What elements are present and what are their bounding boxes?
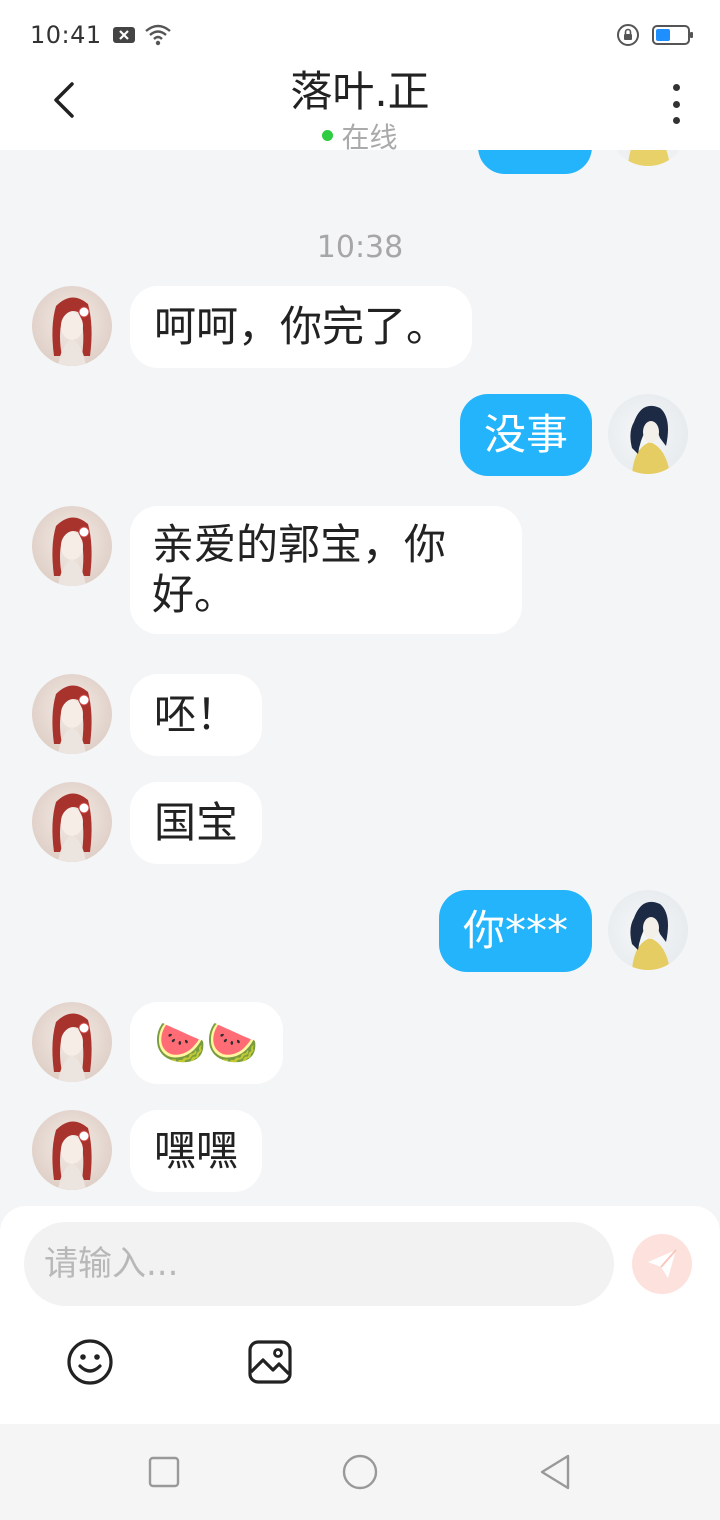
message-bubble-incoming[interactable]: 🍉🍉 [130, 1002, 283, 1084]
home-icon [342, 1454, 378, 1490]
avatar-self[interactable] [608, 890, 688, 970]
system-nav-bar [0, 1424, 720, 1520]
back-icon [540, 1454, 570, 1490]
message-bubble-outgoing[interactable]: 没事 [459, 394, 592, 476]
avatar-girl-icon [52, 297, 92, 366]
status-time: 10:41 [30, 21, 102, 49]
battery-icon [652, 25, 693, 45]
message-list[interactable]: 10:38 呵呵，你完了。 没事 亲爱的郭宝，你好。 呸！ 国宝 你*** 🍉🍉… [0, 150, 720, 1208]
emoji-icon [67, 1339, 113, 1385]
contact-name: 落叶.正 [290, 67, 430, 116]
message-bubble-incoming[interactable]: 呵呵，你完了。 [130, 286, 473, 368]
avatar-self[interactable] [608, 394, 688, 474]
chat-header: 落叶.正 在线 [0, 54, 720, 154]
message-bubble-incoming[interactable]: 呸！ [130, 674, 263, 756]
online-dot-icon [322, 129, 334, 141]
message-bubble-incoming[interactable]: 亲爱的郭宝，你好。 [130, 506, 522, 634]
more-dot-icon [672, 100, 680, 108]
message-input[interactable] [24, 1222, 614, 1306]
rotation-lock-icon [617, 24, 639, 46]
avatar-girl-icon [52, 685, 92, 754]
avatar-contact[interactable] [32, 286, 112, 366]
emoji-button[interactable] [66, 1338, 114, 1386]
back-nav-button[interactable] [536, 1452, 576, 1492]
avatar-girl-icon [52, 517, 92, 586]
avatar-boy-icon [630, 405, 670, 474]
message-bubble-outgoing[interactable]: 你*** [438, 890, 592, 972]
avatar-girl-icon [52, 1013, 92, 1082]
message-bubble-incoming[interactable]: 国宝 [130, 782, 263, 864]
online-status: 在线 [0, 116, 720, 156]
avatar-boy-icon [630, 901, 670, 970]
avatar-contact[interactable] [32, 1110, 112, 1190]
avatar-contact[interactable] [32, 782, 112, 862]
online-status-label: 在线 [341, 121, 398, 154]
message-timestamp: 10:38 [316, 230, 404, 265]
send-button[interactable] [632, 1234, 692, 1294]
avatar-girl-icon [52, 1121, 92, 1190]
avatar-contact[interactable] [32, 1002, 112, 1082]
more-dot-icon [672, 84, 680, 91]
avatar-contact[interactable] [32, 506, 112, 586]
more-options-button[interactable] [666, 84, 686, 124]
more-dot-icon [672, 117, 680, 124]
home-button[interactable] [340, 1452, 380, 1492]
notification-x-icon [112, 27, 135, 43]
message-bubble-incoming[interactable]: 嘿嘿 [130, 1110, 263, 1192]
send-icon [648, 1249, 677, 1278]
avatar-girl-icon [52, 793, 92, 862]
recent-apps-icon [148, 1456, 180, 1488]
image-icon [248, 1340, 292, 1384]
avatar-contact[interactable] [32, 674, 112, 754]
composer [0, 1206, 720, 1424]
recent-apps-button[interactable] [144, 1452, 184, 1492]
image-button[interactable] [246, 1338, 294, 1386]
wifi-icon [144, 24, 171, 46]
